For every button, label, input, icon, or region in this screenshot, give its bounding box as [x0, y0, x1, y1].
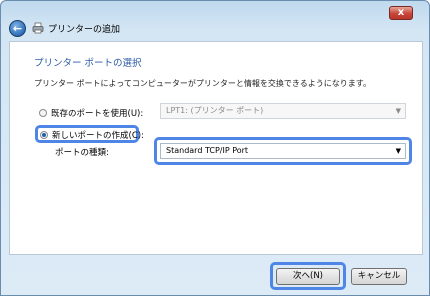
chevron-down-icon: ▼: [395, 147, 401, 155]
new-port-radio[interactable]: [40, 131, 48, 139]
window-title: プリンターの追加: [48, 24, 121, 35]
existing-port-option[interactable]: 既存のポートを使用(U):: [39, 107, 143, 119]
cancel-button[interactable]: キャンセル: [351, 268, 407, 285]
printer-icon: [32, 22, 44, 34]
page-heading: プリンター ポートの選択: [34, 58, 142, 69]
new-port-label: 新しいポートの作成(C):: [52, 131, 144, 141]
port-type-label: ポートの種類:: [55, 148, 109, 158]
existing-port-label: 既存のポートを使用(U):: [51, 109, 144, 119]
wizard-content: プリンター ポートの選択 プリンター ポートによってコンピューターがプリンターと…: [9, 41, 423, 255]
next-button[interactable]: 次へ(N): [276, 268, 340, 285]
port-type-select[interactable]: Standard TCP/IP Port ▼: [160, 143, 406, 159]
back-arrow-icon[interactable]: ←: [9, 19, 26, 37]
chevron-down-icon: ▼: [395, 107, 401, 115]
close-button[interactable]: x: [389, 6, 413, 20]
add-printer-window: x ← プリンターの追加 プリンター ポートの選択 プリンター ポートによってコ…: [0, 0, 430, 296]
page-description: プリンター ポートによってコンピューターがプリンターと情報を交換できるようになり…: [34, 79, 371, 88]
port-type-value: Standard TCP/IP Port: [166, 146, 249, 155]
existing-port-select: LPT1: (プリンター ポート) ▼: [160, 103, 406, 119]
new-port-option[interactable]: 新しいポートの作成(C):: [40, 129, 144, 141]
titlebar: ← プリンターの追加: [9, 19, 120, 37]
existing-port-value: LPT1: (プリンター ポート): [166, 106, 264, 115]
existing-port-radio[interactable]: [39, 109, 47, 117]
